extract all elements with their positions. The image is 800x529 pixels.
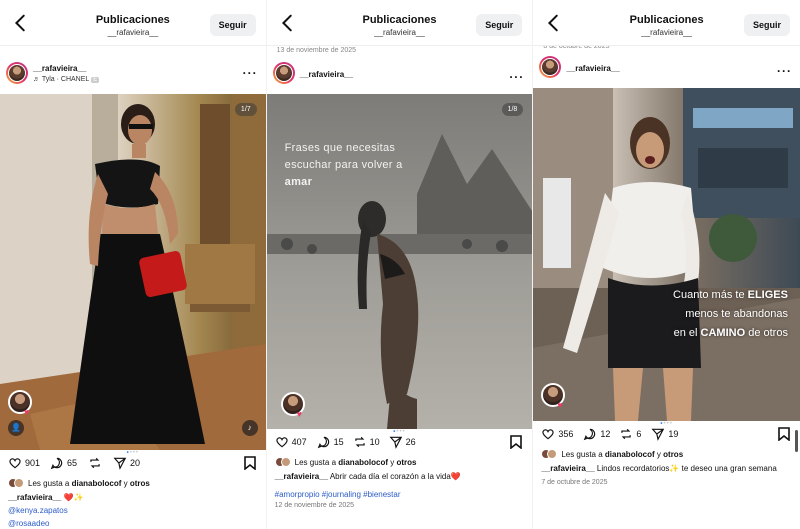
share-count: 26 <box>405 437 416 447</box>
liker-avatars <box>541 449 558 459</box>
comment-button[interactable]: 12 <box>583 427 610 441</box>
photo-woman-laughing <box>533 88 800 421</box>
repost-icon <box>90 457 100 469</box>
heart-icon <box>275 437 288 448</box>
comment-icon <box>317 436 329 449</box>
follow-button[interactable]: Seguir <box>743 14 790 36</box>
post-date: 7 de octubre de 2025 <box>541 479 608 486</box>
comment-button[interactable]: 15 <box>317 435 344 449</box>
header: Publicaciones __rafavieira__ Seguir <box>533 0 800 46</box>
post-header: __rafavieira__ ··· <box>533 50 800 88</box>
liker-avatars <box>8 478 24 488</box>
carousel-counter: 1/7 <box>234 103 257 116</box>
music-note-icon: ♬ <box>33 76 42 83</box>
overlay-text: Frases que necesitas escuchar para volve… <box>284 142 403 188</box>
bookmark-icon[interactable] <box>510 435 523 449</box>
post-image[interactable]: 1/8 Frases que necesitas escuchar para v… <box>266 94 533 429</box>
share-count: 19 <box>668 429 679 439</box>
post-username[interactable]: __rafavieira__ <box>300 70 353 79</box>
avatar[interactable] <box>6 62 28 84</box>
header: Publicaciones __rafavieira__ Seguir <box>0 0 266 46</box>
more-options-icon[interactable]: ··· <box>243 66 258 80</box>
repost-count: 10 <box>369 437 380 447</box>
like-count: 356 <box>558 429 574 439</box>
comment-count: 65 <box>67 458 78 468</box>
repost-icon <box>621 428 631 440</box>
avatar[interactable] <box>539 56 562 78</box>
previous-post-date: 13 de noviembre de 2025 <box>276 47 357 54</box>
like-button[interactable]: 407 <box>275 435 307 449</box>
follow-button[interactable]: Seguir <box>209 14 256 36</box>
user-tag-icon[interactable]: 👤 <box>8 420 24 436</box>
share-count: 20 <box>130 458 141 468</box>
like-count: 407 <box>291 437 307 447</box>
heart-badge-icon: ♥ <box>296 409 302 419</box>
post-image[interactable]: Cuanto más te ELIGES menos te abandonas … <box>533 88 800 421</box>
heart-badge-icon: ♥ <box>557 400 563 410</box>
send-icon <box>113 457 127 470</box>
bookmark-icon[interactable] <box>778 427 790 441</box>
comment-count: 12 <box>600 429 611 439</box>
like-count: 901 <box>25 458 41 468</box>
follow-button[interactable]: Seguir <box>476 14 523 36</box>
repost-count: 6 <box>636 429 642 439</box>
liked-by[interactable]: Les gusta a dianabolocof y otros <box>0 476 266 490</box>
post-panel-1: Publicaciones __rafavieira__ Seguir __ra… <box>0 0 267 529</box>
action-bar: •••• 356 12 6 19 <box>533 421 800 447</box>
share-button[interactable]: 20 <box>113 456 140 470</box>
comment-count: 15 <box>333 437 344 447</box>
heart-badge-icon: ♥ <box>24 407 30 417</box>
caption: __rafavieira__ Lindos recordatorios✨ te … <box>541 464 777 473</box>
send-icon <box>389 436 402 449</box>
share-button[interactable]: 26 <box>389 435 416 449</box>
header: Publicaciones __rafavieira__ Seguir <box>266 0 533 46</box>
comment-icon <box>584 428 596 441</box>
liked-by[interactable]: Les gusta a dianabolocof y otros <box>267 455 533 469</box>
heart-icon <box>9 458 21 469</box>
repost-button[interactable]: 6 <box>619 427 641 441</box>
scrollbar[interactable] <box>794 430 798 452</box>
caption: __rafavieira__ Abrir cada día el corazón… <box>274 472 461 481</box>
post-header: __rafavieira__ ··· <box>267 56 533 94</box>
post-image[interactable]: 1/7 ♥ 👤 ♪ <box>0 94 266 450</box>
action-bar: •••• 901 65 20 <box>0 450 266 476</box>
mention-link[interactable]: @rosaadeo <box>0 518 266 529</box>
photo-woman-black-dress <box>0 94 266 450</box>
overlay-text: Cuanto más te ELIGES menos te abandonas … <box>673 289 788 339</box>
liked-by[interactable]: Les gusta a dianabolocof y otros <box>533 447 800 461</box>
post-date: 12 de noviembre de 2025 <box>274 502 355 509</box>
comment-button[interactable]: 65 <box>50 456 77 470</box>
share-button[interactable]: 19 <box>651 427 678 441</box>
avatar[interactable] <box>272 62 295 84</box>
post-panel-3: Publicaciones __rafavieira__ Seguir 8 de… <box>533 0 800 529</box>
caption: __rafavieira__ ❤️✨ <box>8 493 84 502</box>
comment-icon <box>50 457 63 470</box>
like-button[interactable]: 356 <box>541 427 573 441</box>
hashtags[interactable]: #amorpropio #journaling #bienestar <box>267 484 533 499</box>
repost-button[interactable]: 10 <box>353 435 380 449</box>
carousel-counter: 1/8 <box>501 103 524 116</box>
post-username[interactable]: __rafavieira__ <box>566 64 619 73</box>
post-header: __rafavieira__ ♬ Tyla · CHANEL E ··· <box>0 56 266 94</box>
repost-icon <box>354 436 365 448</box>
more-options-icon[interactable]: ··· <box>777 64 792 78</box>
explicit-badge: E <box>91 77 100 83</box>
music-info[interactable]: ♬ Tyla · CHANEL E <box>33 76 100 83</box>
bookmark-icon[interactable] <box>243 456 256 470</box>
heart-icon <box>542 429 554 440</box>
mention-link[interactable]: @kenya.zapatos <box>0 505 266 518</box>
send-icon <box>651 428 665 441</box>
post-username[interactable]: __rafavieira__ <box>33 64 86 73</box>
mute-icon[interactable]: ♪ <box>241 420 258 436</box>
repost-button[interactable] <box>88 456 102 470</box>
action-bar: •••• 407 15 10 26 <box>267 429 533 455</box>
like-button[interactable]: 901 <box>8 456 40 470</box>
more-options-icon[interactable]: ··· <box>509 70 524 84</box>
liker-avatars <box>274 457 291 467</box>
post-panel-2: Publicaciones __rafavieira__ Seguir 13 d… <box>266 0 534 529</box>
